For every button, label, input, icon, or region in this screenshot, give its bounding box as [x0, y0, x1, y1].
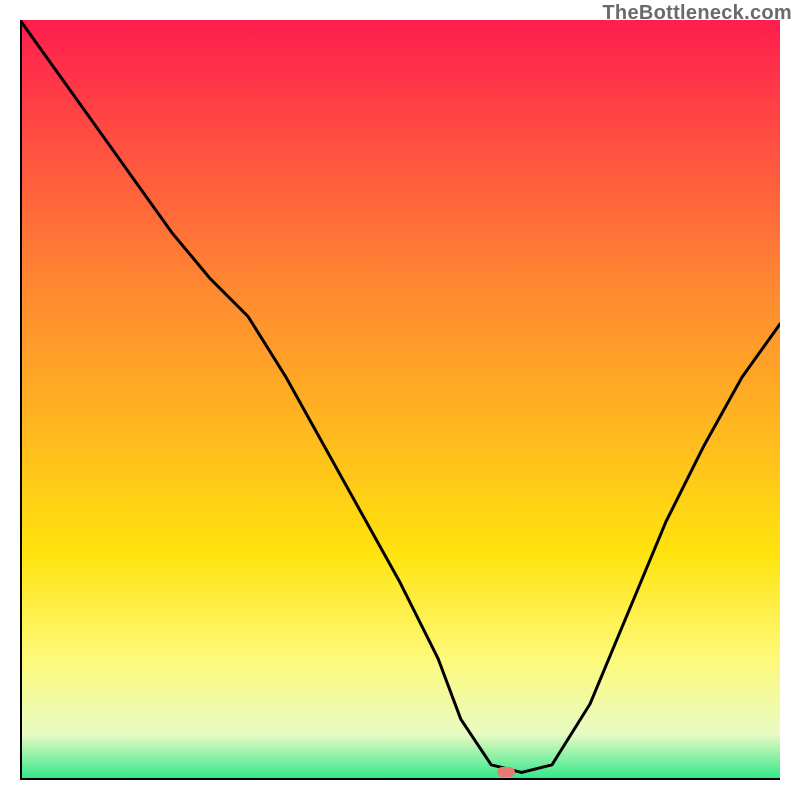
gradient-background: [20, 20, 780, 780]
y-axis: [20, 20, 22, 780]
x-axis: [20, 778, 780, 780]
optimal-marker: [497, 767, 515, 777]
plot-svg: [20, 20, 780, 780]
chart-container: TheBottleneck.com: [0, 0, 800, 800]
